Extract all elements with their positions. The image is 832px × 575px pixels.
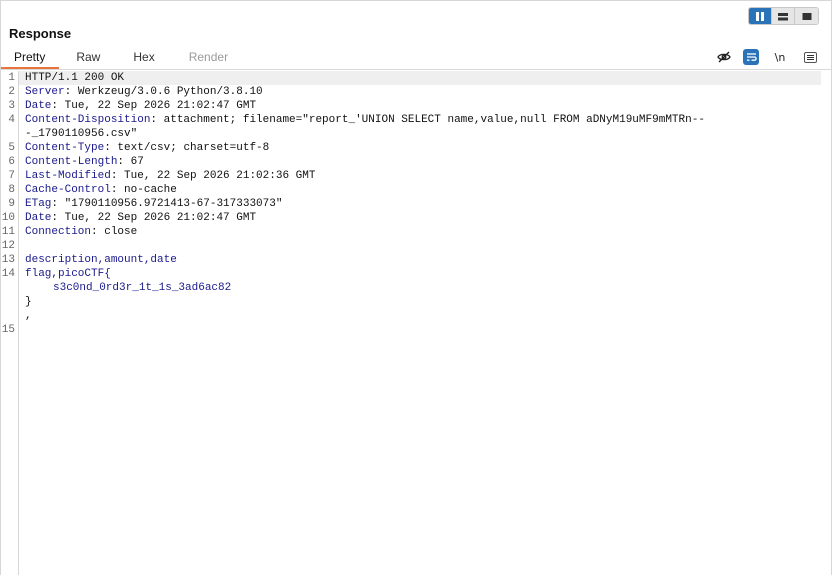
line-number: 11	[1, 226, 15, 238]
body-text: description,amount,date	[25, 254, 177, 266]
code-line: 7 Last-Modified: Tue, 22 Sep 2026 21:02:…	[8, 169, 821, 183]
word-wrap-icon[interactable]	[743, 49, 759, 65]
newline-toggle[interactable]: \n	[769, 48, 791, 66]
code-line-body: }	[19, 295, 821, 309]
code-line: 2 Server: Werkzeug/3.0.6 Python/3.8.10	[8, 85, 821, 99]
header-name: Content-Type	[25, 142, 105, 154]
header-value: Tue, 22 Sep 2026 21:02:47 GMT	[58, 212, 257, 224]
status-line: HTTP/1.1 200 OK	[25, 72, 125, 84]
header-name: Date	[25, 212, 52, 224]
single-view-icon[interactable]	[795, 8, 818, 24]
header-name: Date	[25, 100, 52, 112]
header-value: Tue, 22 Sep 2026 21:02:47 GMT	[58, 100, 257, 112]
header-name: Content-Length	[25, 156, 118, 168]
line-number: 12	[1, 240, 15, 252]
header-value: Tue, 22 Sep 2026 21:02:36 GMT	[117, 170, 316, 182]
line-number: 7	[8, 170, 15, 182]
line-number: 15	[1, 324, 15, 336]
message-editor[interactable]: 1 HTTP/1.1 200 OK 2 Server: Werkzeug/3.0…	[1, 71, 832, 575]
code-line-body: 13 description,amount,date	[2, 253, 821, 267]
tab-divider	[1, 69, 831, 70]
response-panel: Response Pretty Raw Hex Render \n 1 HTTP…	[0, 0, 832, 575]
line-number: 2	[8, 86, 15, 98]
header-value: 67	[124, 156, 144, 168]
header-value: text/csv; charset=utf-8	[110, 142, 270, 154]
code-line-body: 14 flag,picoCTF{	[2, 267, 821, 281]
line-number: 10	[1, 212, 15, 224]
body-text: ,	[25, 310, 32, 322]
code-line-wrapped: -_1790110956.csv"	[19, 127, 821, 141]
body-text: }	[25, 296, 32, 308]
code-line: 4 Content-Disposition: attachment; filen…	[8, 113, 821, 127]
code-line: 9 ETag: "1790110956.9721413-67-317333073…	[8, 197, 821, 211]
line-number: 8	[8, 184, 15, 196]
header-value-continued: -_1790110956.csv"	[25, 128, 138, 140]
header-value: close	[97, 226, 138, 238]
eye-slash-icon[interactable]	[715, 48, 733, 66]
header-value: "1790110956.9721413-67-317333073"	[58, 198, 283, 210]
line-number: 6	[8, 156, 15, 168]
header-name: Cache-Control	[25, 184, 111, 196]
line-number: 4	[8, 114, 15, 126]
rows-view-icon[interactable]	[772, 8, 795, 24]
body-text-flag: s3c0nd_0rd3r_1t_1s_3ad6ac82	[53, 282, 232, 294]
code-line: 5 Content-Type: text/csv; charset=utf-8	[8, 141, 821, 155]
code-line: 11 Connection: close	[1, 226, 138, 238]
code-line: 1 HTTP/1.1 200 OK	[8, 71, 821, 85]
code-line-empty: 15	[2, 323, 821, 337]
line-number: 13	[1, 254, 15, 266]
tab-bar: Pretty Raw Hex Render	[1, 47, 242, 69]
line-number: 1	[8, 72, 15, 84]
code-line-body: ,	[19, 309, 821, 323]
tab-hex[interactable]: Hex	[116, 47, 170, 69]
line-number: 5	[8, 142, 15, 154]
split-view-icon[interactable]	[749, 8, 772, 24]
code-line: 3 Date: Tue, 22 Sep 2026 21:02:47 GMT	[8, 99, 821, 113]
toolbar: \n	[715, 47, 819, 67]
hamburger-menu-icon[interactable]	[801, 48, 819, 66]
code-line-empty: 12	[2, 239, 821, 253]
header-name: ETag	[25, 198, 52, 210]
code-area[interactable]: 1 HTTP/1.1 200 OK 2 Server: Werkzeug/3.0…	[1, 71, 821, 337]
header-name: Last-Modified	[25, 170, 111, 182]
header-name: Content-Disposition	[25, 114, 151, 126]
tab-pretty[interactable]: Pretty	[1, 47, 60, 69]
code-line: 10 Date: Tue, 22 Sep 2026 21:02:47 GMT	[1, 212, 257, 224]
code-line: 8 Cache-Control: no-cache	[8, 183, 821, 197]
header-name: Server	[25, 86, 65, 98]
line-number: 3	[8, 100, 15, 112]
tab-render: Render	[188, 50, 229, 64]
view-mode-toggle	[748, 7, 819, 25]
tab-raw[interactable]: Raw	[59, 47, 116, 69]
code-line: 6 Content-Length: 67	[8, 155, 821, 169]
line-number: 14	[1, 268, 15, 280]
code-line-body: s3c0nd_0rd3r_1t_1s_3ad6ac82	[19, 281, 821, 295]
header-name: Connection	[25, 226, 92, 238]
line-number: 9	[8, 198, 15, 210]
panel-title: Response	[9, 26, 72, 41]
header-value: no-cache	[117, 184, 177, 196]
header-value: Werkzeug/3.0.6 Python/3.8.10	[71, 86, 263, 98]
body-text: flag,picoCTF{	[25, 268, 111, 280]
header-value: attachment; filename="report_'UNION SELE…	[157, 114, 705, 126]
